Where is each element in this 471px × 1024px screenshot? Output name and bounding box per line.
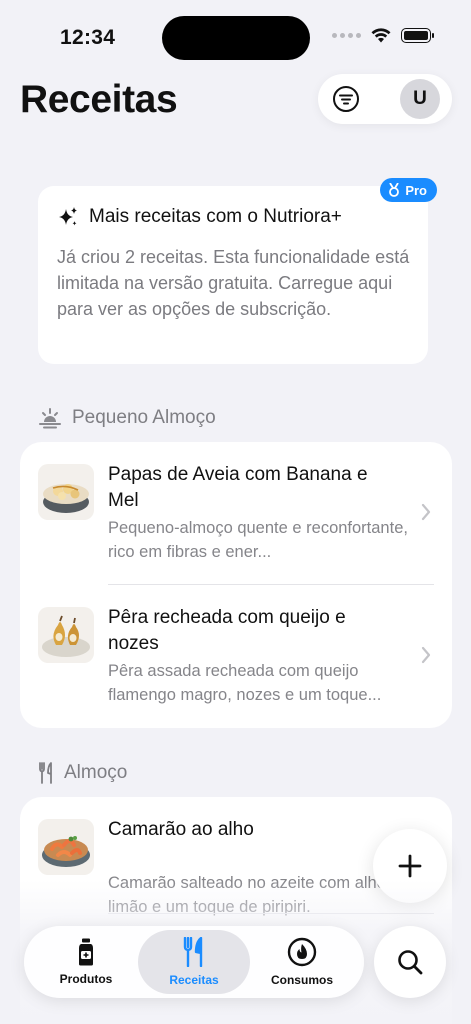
status-time: 12:34 xyxy=(60,26,116,49)
search-button[interactable] xyxy=(374,926,446,998)
pro-badge: Pro xyxy=(380,178,437,202)
fork-knife-icon xyxy=(39,762,52,784)
page-title: Receitas xyxy=(20,78,178,121)
recipe-row[interactable]: Pêra recheada com queijo e nozes Pêra as… xyxy=(20,585,452,727)
section-title: Pequeno Almoço xyxy=(72,407,216,428)
chevron-right-icon xyxy=(421,503,431,521)
section-header-almoco: Almoço xyxy=(38,762,127,784)
recipe-title: Pêra recheada com queijo e nozes xyxy=(108,607,346,654)
section-title: Almoço xyxy=(64,762,128,783)
status-bar: 12:34 xyxy=(0,0,471,70)
tab-consumos[interactable]: Consumos xyxy=(246,930,358,994)
status-icons xyxy=(332,28,434,43)
recipe-description: Pequeno-almoço quente e reconfortante, r… xyxy=(108,519,408,561)
recipe-title: Camarão ao alho xyxy=(108,819,254,840)
avatar-button[interactable]: U xyxy=(400,79,440,119)
filter-icon xyxy=(333,86,359,112)
filter-button[interactable] xyxy=(332,85,360,113)
fork-knife-icon xyxy=(183,937,203,967)
wifi-icon xyxy=(371,28,391,43)
pro-badge-label: Pro xyxy=(405,182,427,198)
recipe-image xyxy=(38,464,94,520)
dynamic-island xyxy=(162,16,310,60)
upgrade-promo-card[interactable]: Pro Mais receitas com o Nutriora+ Já cri… xyxy=(38,178,437,364)
tab-produtos[interactable]: Produtos xyxy=(30,930,142,994)
battery-icon xyxy=(401,28,434,43)
sparkles-icon xyxy=(59,207,77,226)
recipe-title: Papas de Aveia com Banana e Mel xyxy=(108,464,368,511)
recipe-image xyxy=(38,607,94,663)
tab-bar: Produtos Receitas Consumos xyxy=(24,926,364,998)
recipe-description: Pêra assada recheada com queijo flamengo… xyxy=(108,662,382,704)
recipe-list-pequeno-almoco: Papas de Aveia com Banana e Mel Pequeno-… xyxy=(20,442,452,728)
promo-title: Mais receitas com o Nutriora+ xyxy=(89,206,342,227)
tab-label: Produtos xyxy=(59,972,113,986)
recipe-image xyxy=(38,819,94,875)
medal-icon xyxy=(389,183,400,197)
tab-receitas[interactable]: Receitas xyxy=(138,930,250,994)
promo-heading: Mais receitas com o Nutriora+ xyxy=(57,206,342,228)
promo-text: Já criou 2 receitas. Esta funcionalidade… xyxy=(57,247,410,319)
tab-label: Receitas xyxy=(169,973,219,987)
bottle-icon xyxy=(79,938,93,966)
recipe-row[interactable]: Papas de Aveia com Banana e Mel Pequeno-… xyxy=(20,442,452,584)
signal-icon xyxy=(332,33,361,38)
chevron-right-icon xyxy=(421,646,431,664)
plus-icon xyxy=(398,854,422,878)
tab-label: Consumos xyxy=(270,973,333,987)
flame-icon xyxy=(287,937,317,967)
search-icon xyxy=(398,950,423,975)
section-header-pequeno-almoco: Pequeno Almoço xyxy=(38,407,216,429)
header-actions: U xyxy=(318,74,452,124)
sunrise-icon xyxy=(39,408,61,429)
